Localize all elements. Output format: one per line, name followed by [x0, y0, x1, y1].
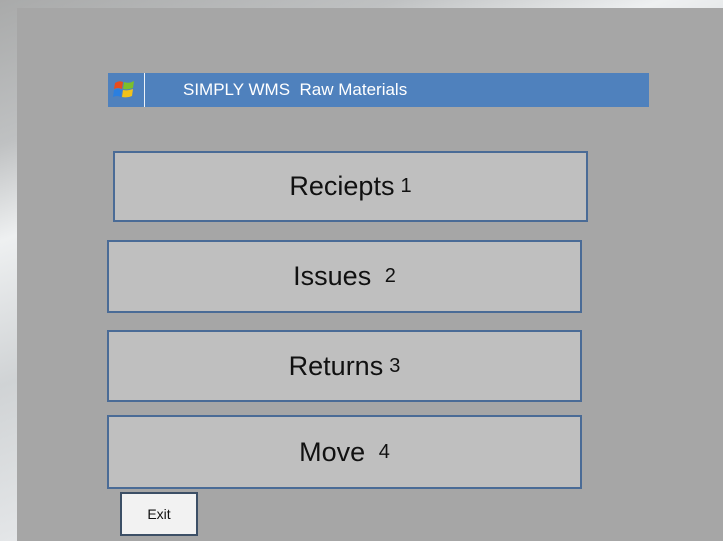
- issues-number: 2: [384, 265, 396, 287]
- title-bar: SIMPLY WMS Raw Materials: [108, 73, 649, 107]
- receipts-button[interactable]: Reciepts 1: [113, 151, 588, 222]
- returns-label: Returns: [288, 350, 384, 381]
- windows-logo-icon: [110, 76, 140, 104]
- title-separator: [144, 73, 145, 107]
- receipts-label: Reciepts: [289, 171, 395, 201]
- move-button[interactable]: Move 4: [107, 415, 582, 489]
- move-label: Move: [299, 436, 373, 467]
- issues-label: Issues: [293, 261, 379, 291]
- app-title: SIMPLY WMS Raw Materials: [183, 80, 408, 99]
- move-number: 4: [378, 440, 390, 463]
- exit-button[interactable]: Exit: [120, 492, 198, 536]
- returns-button[interactable]: Returns 3: [107, 330, 582, 402]
- returns-number: 3: [389, 354, 401, 377]
- issues-button[interactable]: Issues 2: [107, 240, 582, 313]
- receipts-number: 1: [400, 175, 412, 197]
